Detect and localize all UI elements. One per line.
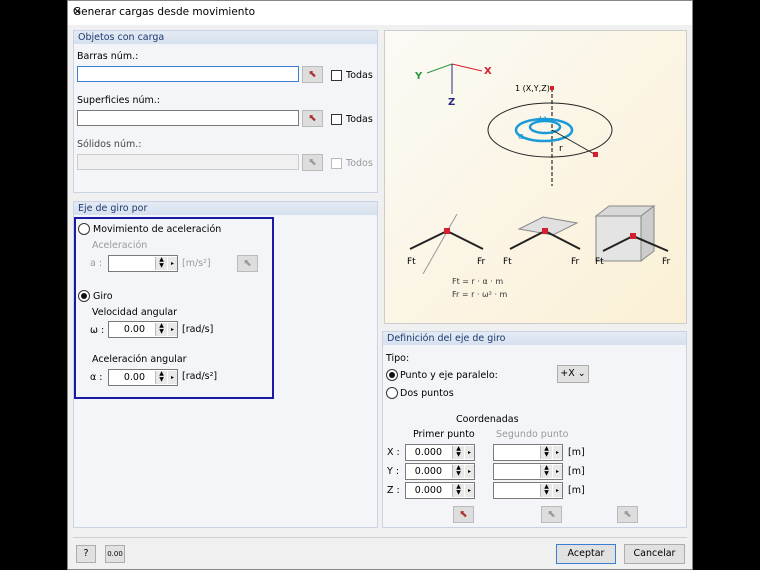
first-point-input[interactable]: 0.000 ▲ ▼ ▸ xyxy=(405,482,475,499)
coords-label: Coordenadas xyxy=(456,414,519,425)
coord-label: Y : xyxy=(387,466,400,477)
ft-label-3: Ft xyxy=(595,257,604,267)
two-points-radio[interactable] xyxy=(386,387,398,399)
objects-group: Objetos con carga Barras núm.: ⬉ Todas S… xyxy=(73,30,378,193)
ft-label-2: Ft xyxy=(503,257,512,267)
first-point-value: 0.000 xyxy=(414,447,442,458)
dialog: Generar cargas desde movimiento ✕ Objeto… xyxy=(67,0,693,570)
cancel-button[interactable]: Cancelar xyxy=(624,544,685,564)
coord-unit: [m] xyxy=(568,466,585,477)
alpha-symbol: α : xyxy=(90,372,103,383)
bar xyxy=(422,213,458,275)
second-point-input[interactable]: ▲ ▼ ▸ xyxy=(493,482,563,499)
first-point-input[interactable]: 0.000 ▲ ▼ ▸ xyxy=(405,444,475,461)
pick-second-point-button[interactable]: ⬉ xyxy=(541,506,562,523)
close-icon[interactable]: ✕ xyxy=(73,6,686,18)
coord-label: Z : xyxy=(387,485,400,496)
two-points-label: Dos puntos xyxy=(400,388,454,399)
coord-unit: [m] xyxy=(568,485,585,496)
bars-all-checkbox[interactable] xyxy=(331,70,342,81)
solids-label: Sólidos núm.: xyxy=(77,139,142,150)
x-axis xyxy=(451,63,483,72)
omega-symbol: ω : xyxy=(90,325,105,336)
equation-fr: Fr = r · ω² · m xyxy=(452,290,508,299)
coord-unit: [m] xyxy=(568,447,585,458)
help-button[interactable]: ? xyxy=(76,545,96,563)
first-point-label: Primer punto xyxy=(413,429,475,440)
units-icon: 0.00 xyxy=(107,550,123,558)
rotation-radio[interactable] xyxy=(78,290,90,302)
accel-motion-label: Movimiento de aceleración xyxy=(93,224,222,235)
rotation-label: Giro xyxy=(93,291,113,302)
z-label: Z xyxy=(448,97,455,108)
omega-value: 0.00 xyxy=(123,324,145,335)
ang-vel-label: Velocidad angular xyxy=(92,307,178,318)
surfaces-input[interactable] xyxy=(77,110,299,126)
point-axis-radio[interactable] xyxy=(386,369,398,381)
pick-solids-button[interactable]: ⬉ xyxy=(302,154,323,171)
accel-label: Aceleración xyxy=(92,240,148,251)
y-axis xyxy=(426,63,453,74)
fr-label-1: Fr xyxy=(477,257,486,267)
diagram-panel: X Y Z 1 (X,Y,Z) α ω r Ft Fr Ft Fr Ft Fr Ft … xyxy=(384,30,687,324)
y-label: Y xyxy=(414,71,423,82)
omega-label: ω xyxy=(539,114,547,124)
fr-label-2: Fr xyxy=(571,257,580,267)
orbit xyxy=(487,102,613,158)
equation-ft: Ft = r · α · m xyxy=(452,277,503,286)
second-point-input[interactable]: ▲ ▼ ▸ xyxy=(493,463,563,480)
axis-group: Eje de giro por Movimiento de aceleració… xyxy=(73,201,378,528)
units-button[interactable]: 0.00 xyxy=(105,545,125,563)
surfaces-all-label: Todas xyxy=(346,114,373,125)
rotation-diagram: X Y Z 1 (X,Y,Z) α ω r Ft Fr Ft Fr Ft Fr Ft … xyxy=(407,63,671,299)
help-icon: ? xyxy=(83,548,89,559)
pick-two-points-button[interactable]: ⬉ xyxy=(617,506,638,523)
solids-all-checkbox[interactable] xyxy=(331,158,342,169)
ang-acc-label: Aceleración angular xyxy=(92,354,187,365)
ok-button[interactable]: Aceptar xyxy=(556,544,616,564)
pick-surfaces-button[interactable]: ⬉ xyxy=(302,110,323,127)
a-symbol: a : xyxy=(90,258,103,269)
title-bar: Generar cargas desde movimiento ✕ xyxy=(68,1,692,25)
alpha-label: α xyxy=(518,132,524,142)
surfaces-label: Superficies núm.: xyxy=(77,95,161,106)
type-label: Tipo: xyxy=(386,353,410,364)
x-label: X xyxy=(484,66,492,77)
surfaces-all-checkbox[interactable] xyxy=(331,114,342,125)
objects-header: Objetos con carga xyxy=(74,31,377,44)
fr-label-3: Fr xyxy=(662,257,671,267)
axis-direction-value: +X xyxy=(560,368,575,379)
a-unit: [m/s²] xyxy=(182,258,211,269)
omega-input[interactable]: 0.00 ▲ ▼ ▸ xyxy=(108,321,178,338)
pick-first-point-button[interactable]: ⬉ xyxy=(453,506,474,523)
ft-label-1: Ft xyxy=(407,257,416,267)
point-label: 1 (X,Y,Z) xyxy=(515,84,550,93)
alpha-value: 0.00 xyxy=(123,372,145,383)
solids-all-label: Todos xyxy=(346,158,373,169)
definition-group: Definición del eje de giro Tipo: Punto y… xyxy=(382,331,687,528)
second-point-label: Segundo punto xyxy=(496,429,569,440)
definition-header: Definición del eje de giro xyxy=(383,332,686,345)
axis-direction-select[interactable]: +X ⌄ xyxy=(557,365,589,383)
accel-pick-button[interactable]: ⬉ xyxy=(237,255,258,272)
coord-label: X : xyxy=(387,447,400,458)
alpha-input[interactable]: 0.00 ▲ ▼ ▸ xyxy=(108,369,178,386)
second-point-input[interactable]: ▲ ▼ ▸ xyxy=(493,444,563,461)
alpha-unit: [rad/s²] xyxy=(182,371,218,382)
first-point-value: 0.000 xyxy=(414,485,442,496)
bars-input[interactable] xyxy=(77,66,299,82)
point-axis-label: Punto y eje paralelo: xyxy=(400,370,498,381)
accel-motion-radio[interactable] xyxy=(78,223,90,235)
solids-input[interactable] xyxy=(77,154,299,170)
first-point-input[interactable]: 0.000 ▲ ▼ ▸ xyxy=(405,463,475,480)
omega-unit: [rad/s] xyxy=(182,324,214,335)
r-label: r xyxy=(559,144,563,154)
bars-all-label: Todas xyxy=(346,70,373,81)
axis-header: Eje de giro por xyxy=(74,202,377,215)
pick-bars-button[interactable]: ⬉ xyxy=(302,66,323,83)
first-point-value: 0.000 xyxy=(414,466,442,477)
accel-input[interactable]: ▲ ▼ ▸ xyxy=(108,255,178,272)
bars-label: Barras núm.: xyxy=(77,51,139,62)
